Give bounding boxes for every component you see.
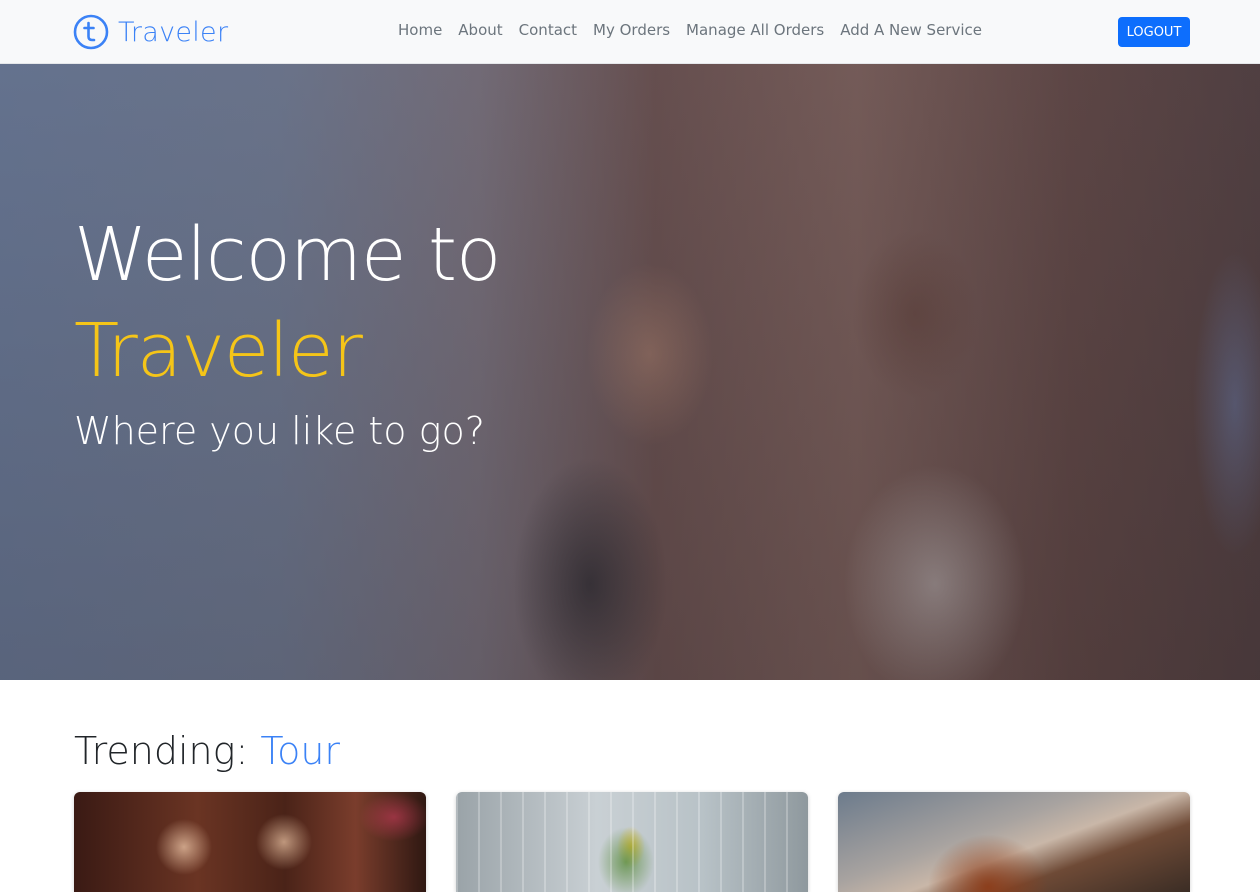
nav-link-about[interactable]: About	[458, 21, 502, 39]
hero-title: Welcome to	[74, 212, 501, 298]
nav-link-manage-all-orders[interactable]: Manage All Orders	[686, 21, 824, 39]
hero-brand-name: Traveler	[74, 308, 363, 394]
trending-prefix: Trending:	[74, 729, 249, 773]
brand-logo[interactable]: Traveler	[73, 13, 228, 51]
hero-subtitle: Where you like to go?	[74, 409, 485, 453]
nav-link-home[interactable]: Home	[398, 21, 442, 39]
tour-card-image[interactable]	[74, 792, 426, 892]
nav-link-my-orders[interactable]: My Orders	[593, 21, 670, 39]
tour-card-image[interactable]	[456, 792, 808, 892]
traveler-logo-icon	[73, 14, 109, 50]
trending-accent: Tour	[260, 729, 341, 773]
brand-name: Traveler	[118, 16, 229, 48]
nav-link-contact[interactable]: Contact	[519, 21, 577, 39]
nav-links: Home About Contact My Orders Manage All …	[390, 21, 990, 39]
trending-heading: Trending: Tour	[74, 732, 340, 770]
top-navbar: Traveler Home About Contact My Orders Ma…	[0, 0, 1260, 64]
tour-card-image[interactable]	[838, 792, 1190, 892]
nav-link-add-service[interactable]: Add A New Service	[840, 21, 982, 39]
logout-button[interactable]: LOGOUT	[1118, 17, 1190, 47]
hero-banner: Welcome to Traveler Where you like to go…	[0, 64, 1260, 680]
